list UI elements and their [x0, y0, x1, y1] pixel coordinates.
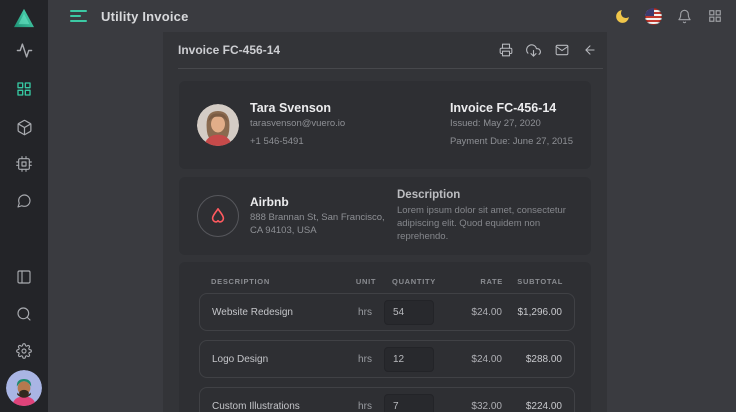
table-row: Website Redesign hrs $24.00 $1,296.00: [199, 293, 575, 331]
quantity-input[interactable]: [384, 347, 434, 372]
client-name: Tara Svenson: [250, 101, 345, 115]
invoice-due-date: Payment Due: June 27, 2015: [450, 136, 573, 149]
triangle-logo-icon: [13, 8, 35, 28]
us-flag-icon: [645, 8, 662, 25]
item-rate: $32.00: [442, 401, 502, 412]
table-row: Logo Design hrs $24.00 $288.00: [199, 340, 575, 378]
sidebar-item-dashboards[interactable]: [0, 72, 48, 106]
arrow-left-icon: [583, 43, 597, 57]
sidebar-item-panels[interactable]: [0, 260, 48, 294]
header-unit: Unit: [347, 277, 385, 286]
description-text: Lorem ipsum dolor sit amet, consectetur …: [397, 204, 573, 244]
item-subtotal: $288.00: [502, 354, 562, 365]
invoice-issued-date: Issued: May 27, 2020: [450, 118, 573, 131]
user-avatar-image: [6, 370, 42, 406]
invoice-title: Invoice FC-456-14: [178, 43, 280, 57]
page-title: Utility Invoice: [101, 9, 189, 24]
sidebar-item-messages[interactable]: [0, 184, 48, 218]
print-icon: [499, 43, 513, 57]
chat-bubble-icon: [16, 193, 32, 209]
bell-icon: [677, 9, 692, 24]
client-phone: +1 546-5491: [250, 136, 345, 149]
header-description: Description: [211, 277, 347, 286]
search-icon: [16, 306, 32, 322]
sidebar-item-search[interactable]: [0, 297, 48, 331]
sidebar-item-components[interactable]: [0, 110, 48, 144]
dark-mode-toggle[interactable]: [613, 7, 631, 25]
line-items-card: Description Unit Quantity Rate Subtotal …: [179, 262, 591, 412]
description-heading: Description: [397, 189, 573, 201]
apps-grid-icon: [708, 9, 722, 23]
quantity-input[interactable]: [384, 394, 434, 412]
invoice-number: Invoice FC-456-14: [450, 101, 573, 115]
sidebar-item-elements[interactable]: [0, 147, 48, 181]
activity-icon: [16, 42, 33, 59]
item-unit: hrs: [346, 401, 384, 412]
company-address-line2: CA 94103, USA: [250, 225, 385, 238]
moon-icon: [614, 8, 631, 25]
invoice-subheader: Invoice FC-456-14: [178, 32, 603, 69]
company-card: Airbnb 888 Brannan St, San Francisco, CA…: [179, 177, 591, 255]
item-subtotal: $224.00: [502, 401, 562, 412]
print-button[interactable]: [498, 43, 513, 58]
item-rate: $24.00: [442, 307, 502, 318]
client-avatar: [197, 104, 239, 146]
invoice-page: Invoice FC-456-14: [163, 32, 607, 412]
download-button[interactable]: [526, 43, 541, 58]
box-icon: [16, 119, 33, 136]
company-logo: [197, 195, 239, 237]
quantity-input[interactable]: [384, 300, 434, 325]
user-avatar[interactable]: [6, 370, 42, 406]
topbar: Utility Invoice: [48, 0, 736, 32]
sidebar-item-settings[interactable]: [0, 334, 48, 368]
mail-icon: [555, 43, 569, 57]
brand-logo[interactable]: [0, 5, 48, 31]
item-unit: hrs: [346, 307, 384, 318]
item-description: Website Redesign: [212, 307, 346, 318]
item-subtotal: $1,296.00: [502, 307, 562, 318]
sidebar-item-activity[interactable]: [0, 33, 48, 67]
cloud-download-icon: [526, 43, 541, 58]
client-card: Tara Svenson tarasvenson@vuero.io +1 546…: [179, 81, 591, 169]
company-address-line1: 888 Brannan St, San Francisco,: [250, 212, 385, 225]
cpu-icon: [16, 156, 32, 172]
icon-sidebar: [0, 0, 48, 412]
notifications-button[interactable]: [675, 7, 693, 25]
items-table-header: Description Unit Quantity Rate Subtotal: [199, 277, 575, 286]
airbnb-logo-icon: [206, 204, 230, 228]
header-subtotal: Subtotal: [503, 277, 563, 286]
item-description: Custom Illustrations: [212, 401, 346, 412]
apps-button[interactable]: [706, 7, 724, 25]
client-avatar-image: [197, 104, 239, 146]
back-button[interactable]: [582, 43, 597, 58]
header-quantity: Quantity: [385, 277, 443, 286]
header-rate: Rate: [443, 277, 503, 286]
menu-toggle[interactable]: [70, 10, 87, 22]
table-row: Custom Illustrations hrs $32.00 $224.00: [199, 387, 575, 412]
language-selector[interactable]: [644, 7, 662, 25]
item-unit: hrs: [346, 354, 384, 365]
send-mail-button[interactable]: [554, 43, 569, 58]
dashboard-grid-icon: [16, 81, 32, 97]
item-description: Logo Design: [212, 354, 346, 365]
gear-icon: [16, 343, 32, 359]
item-rate: $24.00: [442, 354, 502, 365]
panels-icon: [16, 269, 32, 285]
client-email: tarasvenson@vuero.io: [250, 118, 345, 131]
company-name: Airbnb: [250, 195, 385, 209]
